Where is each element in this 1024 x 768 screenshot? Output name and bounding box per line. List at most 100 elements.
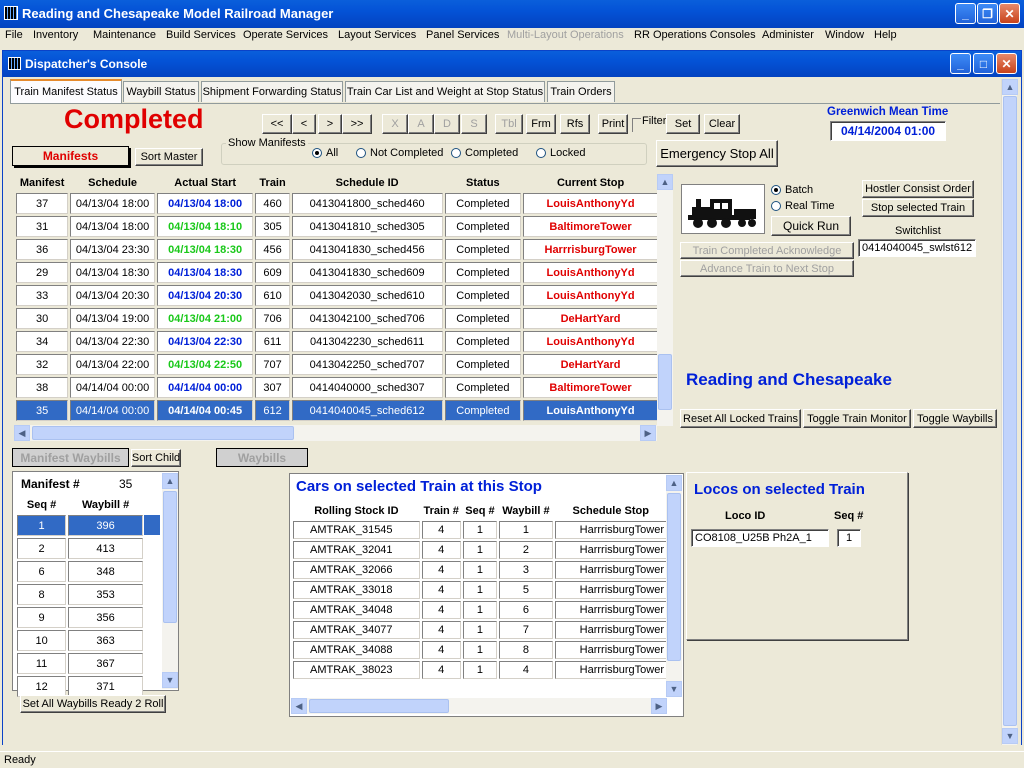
manifest-cell-manifest[interactable]: 36: [16, 239, 69, 260]
cars-cell[interactable]: 1: [499, 521, 553, 539]
cars-cell[interactable]: HarrrisburgTower: [554, 561, 667, 579]
s-button[interactable]: S: [461, 114, 487, 134]
cars-cell[interactable]: 4: [421, 641, 461, 659]
manifest-cell-sched_id[interactable]: 0413041800_sched460: [291, 193, 443, 214]
prev-record-button[interactable]: <: [292, 114, 316, 134]
table-row[interactable]: 31 04/13/04 18:00 04/13/04 18:10 305 0413041…: [16, 216, 658, 237]
manifest-cell-schedule[interactable]: 04/13/04 20:30: [70, 285, 155, 306]
manifest-cell-sched_id[interactable]: 0413041810_sched305: [291, 216, 443, 237]
table-row[interactable]: AMTRAK_31545 4 1 1 HarrrisburgTower: [293, 521, 667, 539]
table-row[interactable]: 38 04/14/04 00:00 04/14/04 00:00 307 0414040…: [16, 377, 658, 398]
list-item[interactable]: 6 348: [17, 561, 143, 582]
manifest-cell-schedule[interactable]: 04/13/04 18:00: [70, 216, 155, 237]
scroll-down-icon[interactable]: ▼: [1002, 728, 1018, 744]
cars-cell[interactable]: AMTRAK_34077: [293, 621, 420, 639]
manifest-cell-sched_id[interactable]: 0413041830_sched456: [291, 239, 443, 260]
cars-cell[interactable]: AMTRAK_34088: [293, 641, 420, 659]
switchlist-field[interactable]: 0414040045_swlst612: [858, 239, 976, 257]
manifest-cell-schedule[interactable]: 04/13/04 18:00: [70, 193, 155, 214]
cars-cell[interactable]: AMTRAK_33018: [293, 581, 420, 599]
cars-cell[interactable]: 8: [499, 641, 553, 659]
manifest-cell-train[interactable]: 707: [255, 354, 290, 375]
manifest-cell-train[interactable]: 610: [255, 285, 290, 306]
cars-cell[interactable]: 7: [499, 621, 553, 639]
menu-help[interactable]: Help: [874, 29, 897, 41]
manifest-cell-actual[interactable]: 04/13/04 18:30: [156, 239, 254, 260]
manifest-cell-manifest[interactable]: 33: [16, 285, 69, 306]
manifest-header-cell[interactable]: Schedule: [70, 174, 155, 191]
list-item[interactable]: 2 413: [17, 538, 143, 559]
radio-all-icon[interactable]: [312, 148, 322, 159]
cars-hscroll[interactable]: ◀ ▶: [291, 698, 667, 714]
manifest-cell-manifest[interactable]: 29: [16, 262, 69, 283]
list-item[interactable]: 12 371: [17, 676, 143, 697]
cars-scroll-down-icon[interactable]: ▼: [666, 681, 682, 697]
print-button[interactable]: Print: [598, 114, 628, 134]
radio-locked-icon[interactable]: [536, 148, 546, 159]
table-row[interactable]: 35 04/14/04 00:00 04/14/04 00:45 612 0414040…: [16, 400, 658, 421]
manifest-cell-stop[interactable]: DeHartYard: [523, 354, 658, 375]
waybill-cell[interactable]: 363: [68, 630, 143, 651]
tbl-button[interactable]: Tbl: [495, 114, 523, 134]
radio-batch[interactable]: Batch: [771, 184, 813, 196]
list-item[interactable]: 8 353: [17, 584, 143, 605]
cars-cell[interactable]: 4: [421, 621, 461, 639]
child-maximize-icon[interactable]: □: [973, 53, 994, 74]
manifest-cell-train[interactable]: 307: [255, 377, 290, 398]
radio-completed-icon[interactable]: [451, 148, 461, 159]
cars-cell[interactable]: AMTRAK_32066: [293, 561, 420, 579]
manifest-header-cell[interactable]: Current Stop: [523, 174, 658, 191]
manifest-cell-manifest[interactable]: 37: [16, 193, 69, 214]
manifest-cell-stop[interactable]: BaltimoreTower: [523, 377, 658, 398]
waybill-cell[interactable]: 356: [68, 607, 143, 628]
app-titlebar[interactable]: Reading and Chesapeake Model Railroad Ma…: [0, 0, 1024, 28]
table-row[interactable]: AMTRAK_32041 4 1 2 HarrrisburgTower: [293, 541, 667, 559]
manifest-cell-manifest[interactable]: 34: [16, 331, 69, 352]
waybill-cell[interactable]: 11: [17, 653, 67, 674]
waybill-cell[interactable]: 396: [68, 515, 143, 536]
list-item[interactable]: 1 396: [17, 515, 143, 536]
manifest-cell-manifest[interactable]: 32: [16, 354, 69, 375]
child-minimize-icon[interactable]: _: [950, 53, 971, 74]
table-row[interactable]: AMTRAK_34077 4 1 7 HarrrisburgTower: [293, 621, 667, 639]
waybill-cell[interactable]: 348: [68, 561, 143, 582]
cars-cell[interactable]: HarrrisburgTower: [554, 621, 667, 639]
manifest-cell-actual[interactable]: 04/13/04 18:00: [156, 193, 254, 214]
cars-cell[interactable]: HarrrisburgTower: [554, 521, 667, 539]
menu-administer[interactable]: Administer: [762, 29, 814, 41]
waybill-cell[interactable]: 413: [68, 538, 143, 559]
manifest-cell-schedule[interactable]: 04/13/04 22:30: [70, 331, 155, 352]
manifest-cell-stop[interactable]: LouisAnthonyYd: [523, 400, 658, 421]
loco-seq-cell[interactable]: 1: [837, 529, 861, 547]
manifest-header-cell[interactable]: Status: [445, 174, 521, 191]
manifest-cell-status[interactable]: Completed: [444, 193, 522, 214]
manifest-cell-train[interactable]: 609: [255, 262, 290, 283]
manifest-cell-actual[interactable]: 04/13/04 18:10: [156, 216, 254, 237]
radio-completed[interactable]: Completed: [451, 147, 518, 159]
manifest-cell-status[interactable]: Completed: [444, 239, 522, 260]
waybill-cell[interactable]: 1: [17, 515, 67, 536]
manifest-cell-status[interactable]: Completed: [444, 354, 522, 375]
reset-locked-trains-button[interactable]: Reset All Locked Trains: [680, 409, 801, 428]
manifest-cell-stop[interactable]: LouisAnthonyYd: [523, 262, 658, 283]
menu-layout-services[interactable]: Layout Services: [338, 29, 416, 41]
cars-cell[interactable]: 4: [421, 601, 461, 619]
list-item[interactable]: 11 367: [17, 653, 143, 674]
tab-shipment-forwarding[interactable]: Shipment Forwarding Status: [201, 81, 343, 102]
table-row[interactable]: AMTRAK_32066 4 1 3 HarrrisburgTower: [293, 561, 667, 579]
close-icon[interactable]: ✕: [999, 3, 1020, 24]
manifest-cell-stop[interactable]: DeHartYard: [523, 308, 658, 329]
radio-locked[interactable]: Locked: [536, 147, 585, 159]
manifest-hscroll-thumb[interactable]: [32, 426, 294, 440]
d-button[interactable]: D: [434, 114, 460, 134]
sort-child-button[interactable]: Sort Child: [131, 449, 181, 467]
cars-cell[interactable]: 4: [421, 521, 461, 539]
table-row[interactable]: AMTRAK_33018 4 1 5 HarrrisburgTower: [293, 581, 667, 599]
menu-inventory[interactable]: Inventory: [33, 29, 78, 41]
radio-realtime[interactable]: Real Time: [771, 200, 835, 212]
menu-window[interactable]: Window: [825, 29, 864, 41]
manifest-cell-status[interactable]: Completed: [444, 308, 522, 329]
tab-waybill-status[interactable]: Waybill Status: [123, 81, 199, 102]
manifest-cell-schedule[interactable]: 04/13/04 19:00: [70, 308, 155, 329]
table-row[interactable]: 34 04/13/04 22:30 04/13/04 22:30 611 0413042…: [16, 331, 658, 352]
